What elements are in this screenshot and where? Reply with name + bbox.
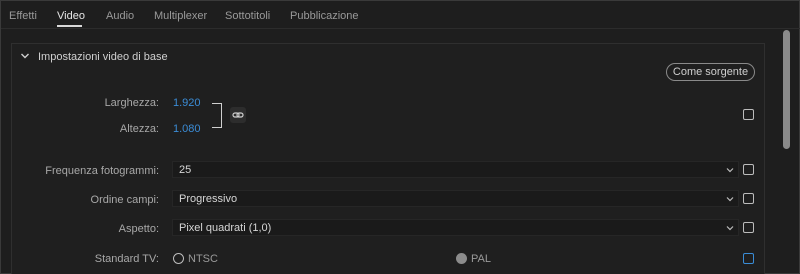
- frame-rate-label: Frequenza fotogrammi:: [45, 165, 159, 177]
- tab-bar: Effetti Video Audio Multiplexer Sottotit…: [1, 1, 800, 29]
- field-order-value: Progressivo: [179, 193, 238, 205]
- pal-radio[interactable]: [456, 253, 467, 264]
- height-value[interactable]: 1.080: [173, 123, 201, 135]
- frame-rate-checkbox[interactable]: [743, 164, 754, 175]
- link-icon: [232, 112, 244, 118]
- tv-standard-label: Standard TV:: [94, 253, 159, 265]
- aspect-label: Aspetto:: [118, 223, 159, 235]
- chevron-down-icon: [726, 226, 734, 231]
- aspect-select[interactable]: Pixel quadrati (1,0): [172, 219, 739, 236]
- aspect-value: Pixel quadrati (1,0): [179, 222, 272, 234]
- pal-label[interactable]: PAL: [471, 253, 491, 265]
- chevron-down-icon: [726, 197, 734, 202]
- width-label: Larghezza:: [104, 97, 159, 109]
- dimensions-checkbox[interactable]: [743, 109, 754, 120]
- frame-rate-value: 25: [179, 164, 192, 176]
- link-dimensions-button[interactable]: [230, 107, 246, 123]
- tab-pubblicazione[interactable]: Pubblicazione: [290, 10, 359, 22]
- basic-video-settings-panel: [11, 43, 765, 274]
- aspect-checkbox[interactable]: [743, 222, 754, 233]
- tab-audio[interactable]: Audio: [106, 10, 134, 22]
- export-settings-window: Effetti Video Audio Multiplexer Sottotit…: [0, 0, 800, 274]
- height-label: Altezza:: [119, 123, 159, 135]
- ntsc-label[interactable]: NTSC: [188, 253, 218, 265]
- tab-effetti[interactable]: Effetti: [9, 10, 37, 22]
- width-value[interactable]: 1.920: [173, 97, 201, 109]
- tab-sottotitoli[interactable]: Sottotitoli: [225, 10, 270, 22]
- ntsc-radio[interactable]: [173, 253, 184, 264]
- tab-multiplexer[interactable]: Multiplexer: [154, 10, 207, 22]
- field-order-checkbox[interactable]: [743, 193, 754, 204]
- frame-rate-select[interactable]: 25: [172, 161, 739, 178]
- chevron-down-icon: [726, 168, 734, 173]
- section-title: Impostazioni video di base: [38, 51, 168, 63]
- tab-video[interactable]: Video: [57, 10, 85, 22]
- dimension-link-bracket: [212, 103, 222, 128]
- field-order-label: Ordine campi:: [90, 194, 159, 206]
- field-order-select[interactable]: Progressivo: [172, 190, 739, 207]
- active-tab-indicator: [57, 25, 82, 27]
- scrollbar-thumb[interactable]: [783, 30, 790, 149]
- match-source-button[interactable]: Come sorgente: [666, 63, 755, 81]
- chevron-down-icon[interactable]: [20, 51, 30, 61]
- tv-standard-checkbox[interactable]: [743, 253, 754, 264]
